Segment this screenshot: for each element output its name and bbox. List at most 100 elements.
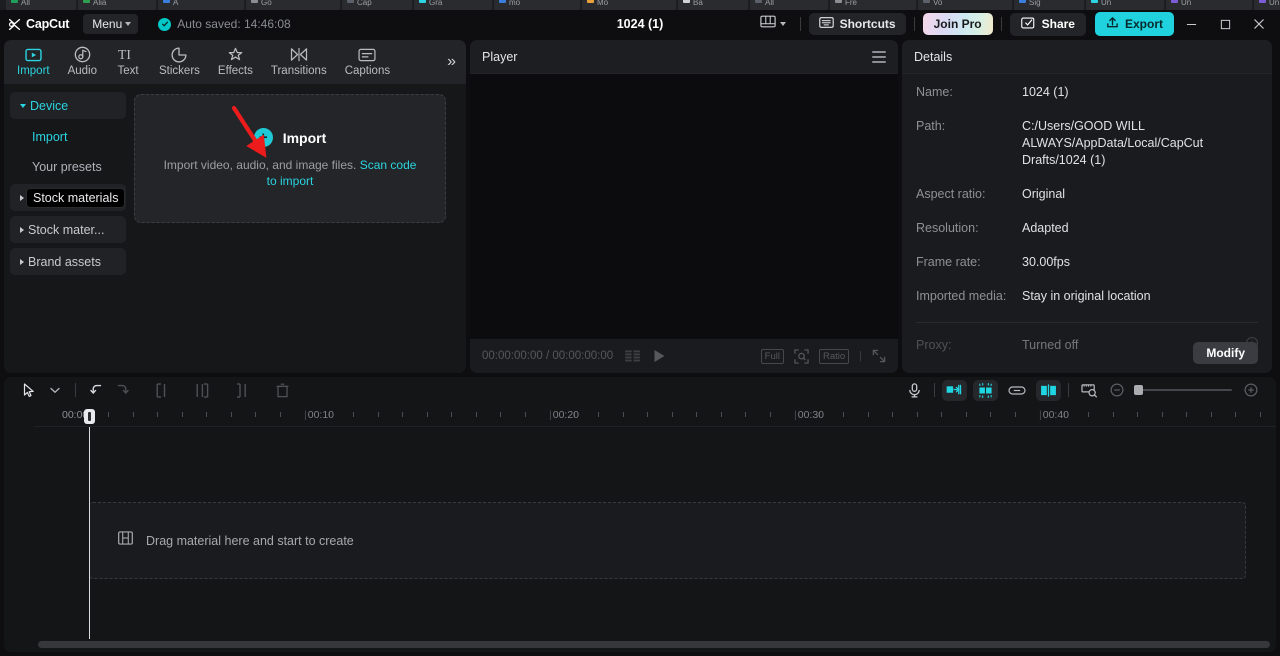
close-button[interactable] <box>1242 10 1276 38</box>
magnetic-snap-button[interactable] <box>973 379 998 401</box>
frames-icon[interactable] <box>625 350 641 362</box>
tab-audio[interactable]: Audio <box>59 44 106 80</box>
import-dropzone[interactable]: + Import Import video, audio, and image … <box>134 94 446 223</box>
split-button[interactable] <box>149 379 175 401</box>
autosave-text: Auto saved: 14:46:08 <box>177 17 291 31</box>
sidebar-item-import[interactable]: Import <box>10 124 126 150</box>
modify-button[interactable]: Modify <box>1193 342 1258 364</box>
browser-tab[interactable]: Go <box>246 0 340 10</box>
share-label: Share <box>1041 17 1075 31</box>
trim-right-button[interactable] <box>229 379 255 401</box>
delete-button[interactable] <box>269 379 295 401</box>
ruler-tick <box>1112 412 1114 417</box>
plus-icon: + <box>253 128 273 147</box>
browser-tab[interactable]: mo <box>494 0 580 10</box>
trim-left-button[interactable] <box>189 379 215 401</box>
sidebar-item-brand-assets[interactable]: Brand assets <box>10 248 126 275</box>
sidebar-item-device[interactable]: Device <box>10 92 126 119</box>
maximize-button[interactable] <box>1208 10 1242 38</box>
link-button[interactable] <box>1004 379 1030 401</box>
tab-transitions[interactable]: Transitions <box>262 44 336 80</box>
ruler-label-text: 00:30 <box>797 409 825 421</box>
ruler-tick <box>206 412 207 417</box>
timeline-panel: 00:00 |00:10 |00:20 |00:30 |00:40 Drag mater… <box>4 377 1276 652</box>
ruler-tick <box>1259 412 1261 417</box>
ruler-tick <box>426 412 428 417</box>
preview-thumbnails-button[interactable] <box>1076 379 1102 401</box>
browser-tab[interactable]: A <box>158 0 244 10</box>
share-button[interactable]: Share <box>1009 12 1086 36</box>
ruler-tick <box>843 412 844 417</box>
browser-tab[interactable]: Un <box>1166 0 1252 10</box>
minimize-button[interactable] <box>1174 10 1208 38</box>
media-content: + Import Import video, audio, and image … <box>132 84 466 373</box>
details-panel: Details Name: 1024 (1) Path: C:/Users/GO… <box>902 40 1272 373</box>
browser-tab[interactable]: Mo <box>582 0 676 10</box>
browser-tab[interactable]: Fre <box>830 0 916 10</box>
app-logo: CapCut <box>8 17 69 31</box>
play-button[interactable] <box>653 349 666 363</box>
detail-value: C:/Users/GOOD WILL ALWAYS/AppData/Local/… <box>1022 119 1204 167</box>
layout-switch-button[interactable] <box>754 12 792 36</box>
tab-text[interactable]: TI Text <box>106 44 150 80</box>
sidebar-item-stock-materials[interactable]: Stock mater... <box>10 216 126 243</box>
select-tool-button[interactable] <box>16 379 42 401</box>
timeline-horizontal-scrollbar[interactable] <box>38 641 1270 648</box>
adsorb-button[interactable] <box>1036 379 1061 401</box>
tool-dropdown-button[interactable] <box>42 379 68 401</box>
tab-stickers[interactable]: Stickers <box>150 44 209 80</box>
tab-effects[interactable]: Effects <box>209 44 262 80</box>
shortcuts-button[interactable]: Shortcuts <box>808 13 906 35</box>
playhead[interactable] <box>84 409 95 639</box>
player-stage[interactable] <box>470 74 898 339</box>
ruler-tick <box>524 412 526 417</box>
fullscreen-icon[interactable] <box>872 349 886 363</box>
capcut-window: AllAliaAGoCapGramoMoBaAllFreVoSigUnUnUnU… <box>0 0 1280 656</box>
player-timecode: 00:00:00:00 / 00:00:00:00 <box>482 350 613 362</box>
microphone-button[interactable] <box>901 379 927 401</box>
ruler-tick <box>377 412 379 417</box>
tab-import[interactable]: Import <box>8 44 59 80</box>
export-label: Export <box>1124 17 1163 31</box>
more-tabs-icon[interactable]: » <box>447 54 456 70</box>
ruler-tick <box>279 412 281 417</box>
timeline-dropzone[interactable]: Drag material here and start to create <box>89 502 1246 579</box>
ratio-button[interactable]: Ratio <box>818 348 850 364</box>
sidebar-item-your-presets[interactable]: Your presets <box>10 154 126 180</box>
ruler-tick <box>1014 412 1016 417</box>
export-icon <box>1106 16 1119 32</box>
export-button[interactable]: Export <box>1094 12 1174 36</box>
timeline-left-rail <box>4 403 34 652</box>
browser-tab-favicon-icon <box>347 0 354 3</box>
full-quality-button[interactable]: Full <box>760 348 784 364</box>
browser-tab[interactable]: Un <box>1254 0 1280 10</box>
ruler-tick <box>745 412 746 417</box>
zoom-slider[interactable] <box>1134 385 1232 395</box>
ruler-label-text: 00:40 <box>1042 409 1070 421</box>
auto-reframe-button[interactable] <box>942 379 967 401</box>
ruler-tick <box>990 412 991 417</box>
browser-tab-favicon-icon <box>1019 0 1026 3</box>
player-menu-icon[interactable] <box>872 50 886 63</box>
join-pro-button[interactable]: Join Pro <box>922 13 993 35</box>
undo-button[interactable] <box>83 379 109 401</box>
ruler-tick <box>1088 412 1089 417</box>
share-icon <box>1020 17 1036 32</box>
zoom-slider-handle[interactable] <box>1134 385 1143 395</box>
player-title: Player <box>482 49 518 64</box>
menu-button[interactable]: Menu <box>83 14 139 34</box>
browser-tab[interactable]: Vo <box>918 0 1012 10</box>
zoom-out-button[interactable] <box>1104 379 1130 401</box>
tab-captions[interactable]: Captions <box>336 44 399 80</box>
playhead-handle[interactable] <box>84 409 95 424</box>
tooltip-stock-materials: Stock materials <box>26 188 126 208</box>
divider <box>1000 17 1002 31</box>
timeline-ruler[interactable]: 00:00 |00:10 |00:20 |00:30 |00:40 <box>34 403 1276 427</box>
detail-value: 1024 (1) <box>1022 85 1069 99</box>
zoom-in-button[interactable] <box>1238 379 1264 401</box>
browser-tab-favicon-icon <box>11 0 18 3</box>
check-icon <box>158 17 172 31</box>
tab-stickers-label: Stickers <box>159 65 200 77</box>
redo-button[interactable] <box>109 379 135 401</box>
zoom-fit-icon[interactable] <box>794 348 809 364</box>
